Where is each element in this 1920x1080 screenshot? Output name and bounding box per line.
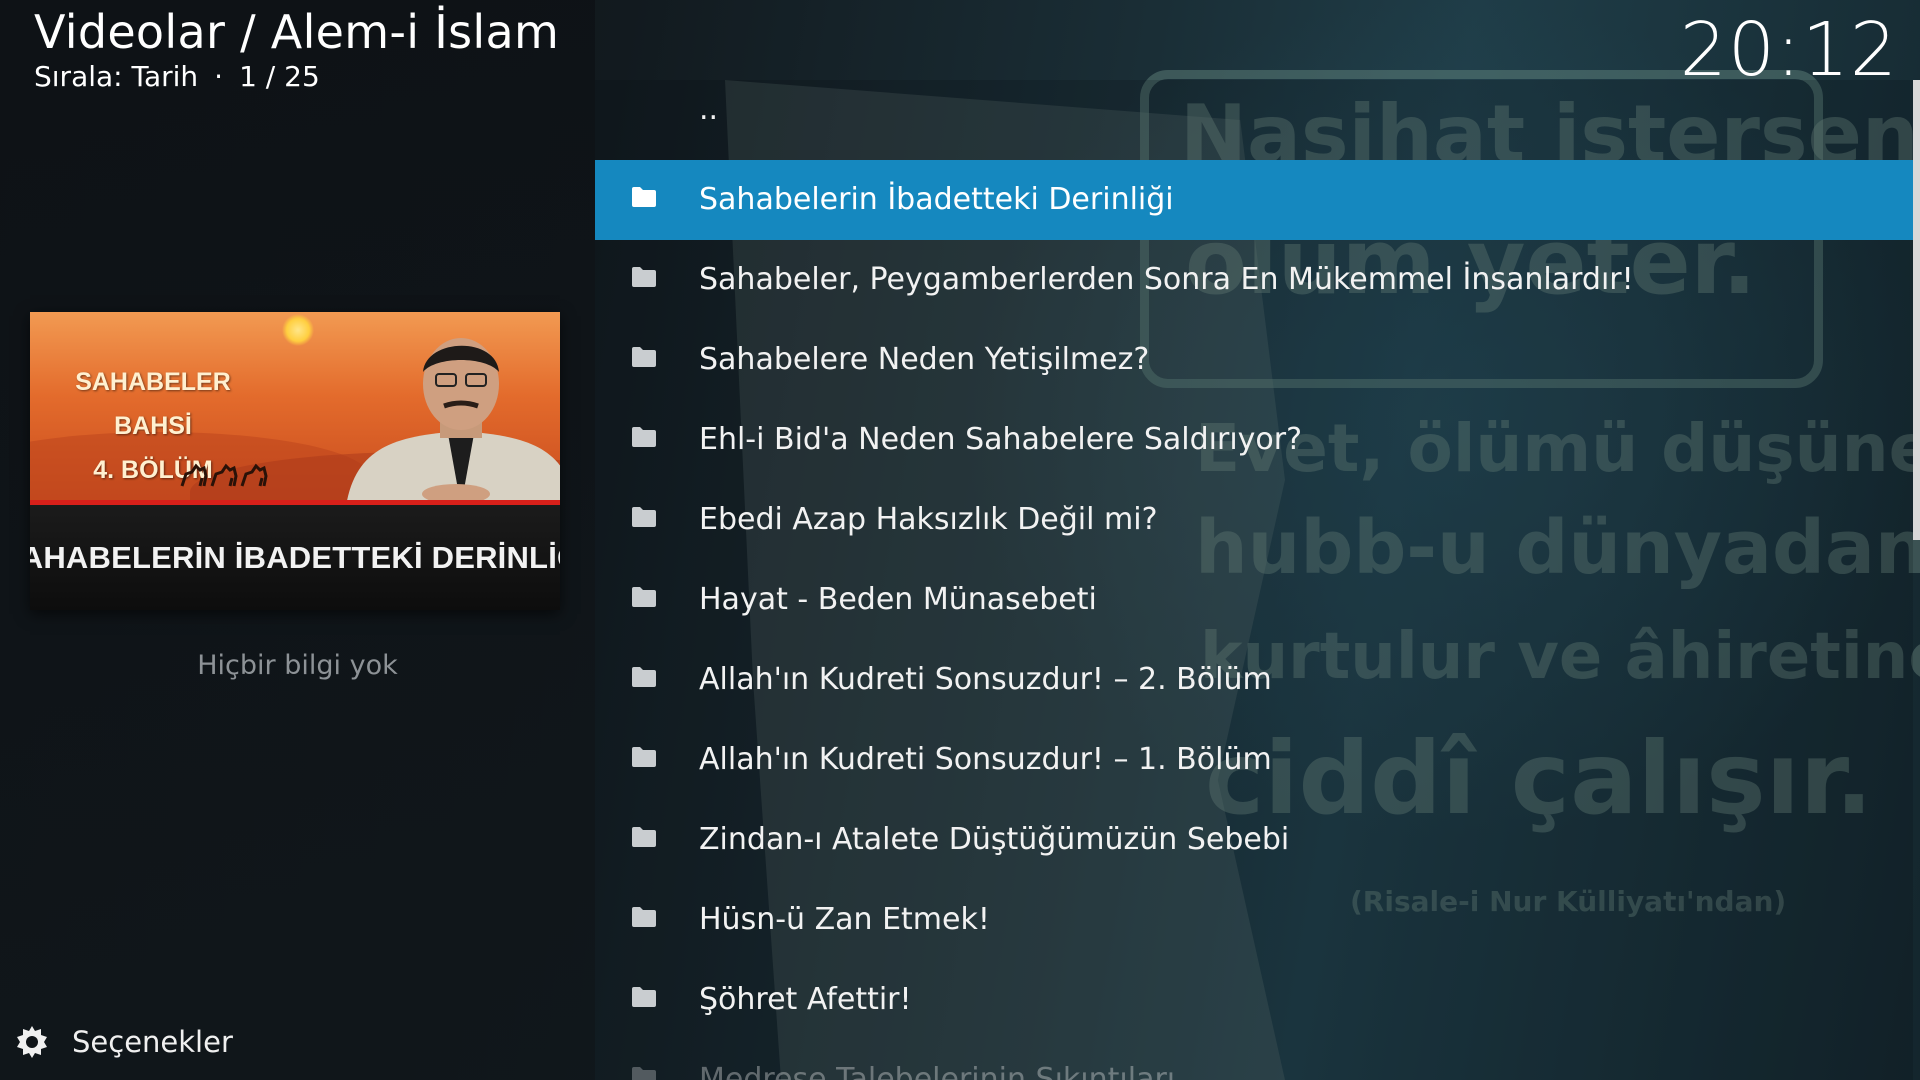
list-item[interactable]: Medrese Talebelerinin Sıkıntıları xyxy=(595,1040,1913,1080)
list-item-label: Zindan-ı Atalete Düştüğümüzün Sebebi xyxy=(699,822,1290,857)
folder-icon xyxy=(632,1067,656,1080)
list-item[interactable]: Allah'ın Kudreti Sonsuzdur! – 1. Bölüm xyxy=(595,720,1913,800)
list-scrollbar[interactable] xyxy=(1913,80,1920,540)
list-item[interactable]: Sahabelere Neden Yetişilmez? xyxy=(595,320,1913,400)
sort-label[interactable]: Sırala: Tarih xyxy=(34,60,198,93)
info-panel: Videolar / Alem-i İslam Sırala: Tarih · 1 … xyxy=(0,0,595,1080)
list-item-label: Ebedi Azap Haksızlık Değil mi? xyxy=(699,502,1158,537)
folder-icon xyxy=(632,747,656,767)
list-item[interactable]: Hayat - Beden Münasebeti xyxy=(595,560,1913,640)
series-line: SAHABELER BAHSİ xyxy=(75,368,231,440)
list-item[interactable]: Ehl-i Bid'a Neden Sahabelere Saldırıyor? xyxy=(595,400,1913,480)
separator: · xyxy=(214,60,224,93)
list-item-label: Medrese Talebelerinin Sıkıntıları xyxy=(699,1062,1176,1080)
list-item-label: Hayat - Beden Münasebeti xyxy=(699,582,1097,617)
options-button[interactable]: Seçenekler xyxy=(14,1024,233,1060)
folder-icon xyxy=(632,267,656,287)
camel-caravan-icon xyxy=(180,463,268,487)
list-item-parent[interactable]: .. xyxy=(595,80,1913,160)
folder-icon xyxy=(632,427,656,447)
preview-thumbnail: SAHABELER BAHSİ 4. BÖLÜM SAH xyxy=(30,312,560,610)
no-info-text: Hiçbir bilgi yok xyxy=(197,650,398,681)
speaker-photo xyxy=(346,338,560,506)
folder-icon xyxy=(632,347,656,367)
folder-icon xyxy=(632,507,656,527)
thumbnail-caption-bar: SAHABELERİN İBADETTEKİ DERİNLİĞİ xyxy=(30,505,560,610)
options-label: Seçenekler xyxy=(72,1025,233,1059)
folder-icon xyxy=(632,827,656,847)
thumbnail-desert-scene: SAHABELER BAHSİ 4. BÖLÜM xyxy=(30,312,560,532)
list-item[interactable]: Şöhret Afettir! xyxy=(595,960,1913,1040)
list-item-label: Sahabelerin İbadetteki Derinliği xyxy=(699,182,1174,217)
list-item[interactable]: Sahabeler, Peygamberlerden Sonra En Müke… xyxy=(595,240,1913,320)
list-item-label: Hüsn-ü Zan Etmek! xyxy=(699,902,990,937)
list-item[interactable]: Hüsn-ü Zan Etmek! xyxy=(595,880,1913,960)
folder-icon xyxy=(632,907,656,927)
list-item[interactable]: Allah'ın Kudreti Sonsuzdur! – 2. Bölüm xyxy=(595,640,1913,720)
list-item-label: Allah'ın Kudreti Sonsuzdur! – 2. Bölüm xyxy=(699,662,1272,697)
list-item[interactable]: Ebedi Azap Haksızlık Değil mi? xyxy=(595,480,1913,560)
file-list: .. Sahabelerin İbadetteki Derinliği Saha… xyxy=(595,80,1913,1080)
list-item-label: Şöhret Afettir! xyxy=(699,982,912,1017)
breadcrumb: Videolar / Alem-i İslam xyxy=(34,5,560,59)
gear-icon xyxy=(17,1026,47,1058)
list-item-label: .. xyxy=(699,92,719,127)
header: Videolar / Alem-i İslam Sırala: Tarih · 1 … xyxy=(34,2,559,94)
folder-icon xyxy=(632,187,656,207)
folder-icon xyxy=(632,987,656,1007)
list-item[interactable]: Sahabelerin İbadetteki Derinliği xyxy=(595,160,1913,240)
folder-icon xyxy=(632,667,656,687)
folder-icon xyxy=(632,587,656,607)
list-item-label: Ehl-i Bid'a Neden Sahabelere Saldırıyor? xyxy=(699,422,1303,457)
thumbnail-caption: SAHABELERİN İBADETTEKİ DERİNLİĞİ xyxy=(30,539,560,575)
list-item-label: Sahabeler, Peygamberlerden Sonra En Müke… xyxy=(699,262,1634,297)
item-position: 1 / 25 xyxy=(239,60,320,93)
list-item-label: Allah'ın Kudreti Sonsuzdur! – 1. Bölüm xyxy=(699,742,1272,777)
sort-line: Sırala: Tarih · 1 / 25 xyxy=(34,60,559,94)
list-item[interactable]: Zindan-ı Atalete Düştüğümüzün Sebebi xyxy=(595,800,1913,880)
list-item-label: Sahabelere Neden Yetişilmez? xyxy=(699,342,1150,377)
